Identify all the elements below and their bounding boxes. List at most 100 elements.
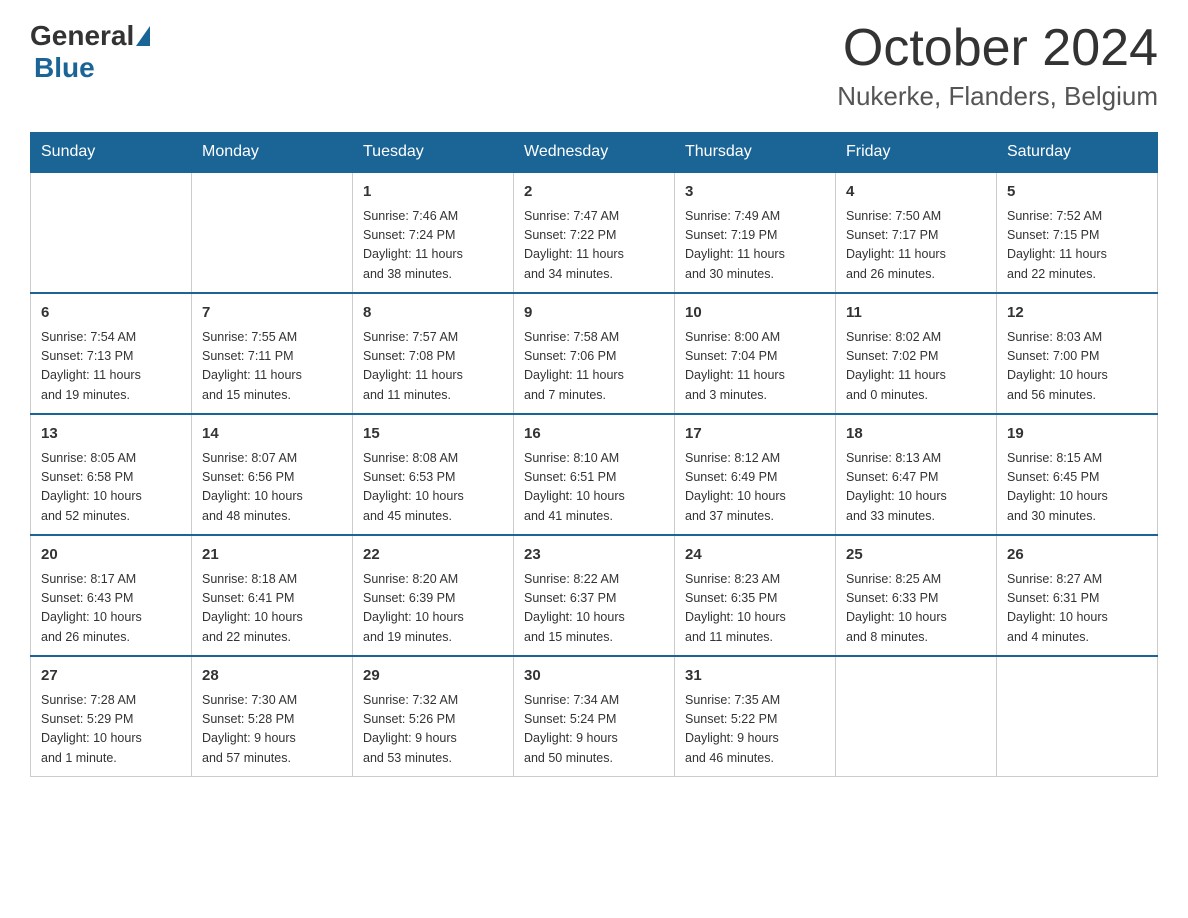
calendar-cell: 6 Sunrise: 7:54 AMSunset: 7:13 PMDaylight… <box>31 293 192 414</box>
calendar-cell: 28 Sunrise: 7:30 AMSunset: 5:28 PMDayligh… <box>192 656 353 777</box>
calendar-cell: 4 Sunrise: 7:50 AMSunset: 7:17 PMDaylight… <box>836 172 997 293</box>
day-number: 11 <box>846 302 986 325</box>
calendar-cell <box>192 172 353 293</box>
day-number: 29 <box>363 665 503 688</box>
calendar-cell: 29 Sunrise: 7:32 AMSunset: 5:26 PMDayligh… <box>353 656 514 777</box>
weekday-header-saturday: Saturday <box>997 133 1158 173</box>
calendar-week-2: 6 Sunrise: 7:54 AMSunset: 7:13 PMDaylight… <box>31 293 1158 414</box>
day-info: Sunrise: 8:03 AMSunset: 7:00 PMDaylight:… <box>1007 328 1147 406</box>
calendar-cell: 10 Sunrise: 8:00 AMSunset: 7:04 PMDayligh… <box>675 293 836 414</box>
day-number: 2 <box>524 181 664 204</box>
day-number: 4 <box>846 181 986 204</box>
day-info: Sunrise: 8:10 AMSunset: 6:51 PMDaylight:… <box>524 449 664 527</box>
day-number: 12 <box>1007 302 1147 325</box>
day-info: Sunrise: 8:12 AMSunset: 6:49 PMDaylight:… <box>685 449 825 527</box>
calendar-table: SundayMondayTuesdayWednesdayThursdayFrid… <box>30 132 1158 777</box>
weekday-header-thursday: Thursday <box>675 133 836 173</box>
day-info: Sunrise: 8:25 AMSunset: 6:33 PMDaylight:… <box>846 570 986 648</box>
day-number: 30 <box>524 665 664 688</box>
day-info: Sunrise: 7:54 AMSunset: 7:13 PMDaylight:… <box>41 328 181 406</box>
calendar-cell: 21Sunrise: 8:18 AMSunset: 6:41 PMDayligh… <box>192 535 353 656</box>
logo-general-text: General <box>30 20 134 52</box>
day-info: Sunrise: 8:23 AMSunset: 6:35 PMDaylight:… <box>685 570 825 648</box>
day-info: Sunrise: 8:20 AMSunset: 6:39 PMDaylight:… <box>363 570 503 648</box>
weekday-header-tuesday: Tuesday <box>353 133 514 173</box>
calendar-cell: 27 Sunrise: 7:28 AMSunset: 5:29 PMDayligh… <box>31 656 192 777</box>
day-info: Sunrise: 8:27 AMSunset: 6:31 PMDaylight:… <box>1007 570 1147 648</box>
day-info: Sunrise: 8:22 AMSunset: 6:37 PMDaylight:… <box>524 570 664 648</box>
day-number: 18 <box>846 423 986 446</box>
logo-blue-text: Blue <box>34 52 95 83</box>
day-info: Sunrise: 8:07 AMSunset: 6:56 PMDaylight:… <box>202 449 342 527</box>
day-number: 7 <box>202 302 342 325</box>
logo-triangle-icon <box>136 26 150 46</box>
calendar-week-5: 27 Sunrise: 7:28 AMSunset: 5:29 PMDayligh… <box>31 656 1158 777</box>
day-info: Sunrise: 7:50 AMSunset: 7:17 PMDaylight:… <box>846 207 986 285</box>
day-number: 14 <box>202 423 342 446</box>
calendar-cell: 11 Sunrise: 8:02 AMSunset: 7:02 PMDayligh… <box>836 293 997 414</box>
day-info: Sunrise: 7:34 AMSunset: 5:24 PMDaylight:… <box>524 691 664 769</box>
day-number: 20 <box>41 544 181 567</box>
calendar-cell: 12 Sunrise: 8:03 AMSunset: 7:00 PMDayligh… <box>997 293 1158 414</box>
calendar-cell: 19 Sunrise: 8:15 AMSunset: 6:45 PMDayligh… <box>997 414 1158 535</box>
calendar-cell: 23 Sunrise: 8:22 AMSunset: 6:37 PMDayligh… <box>514 535 675 656</box>
calendar-cell: 14 Sunrise: 8:07 AMSunset: 6:56 PMDayligh… <box>192 414 353 535</box>
day-number: 5 <box>1007 181 1147 204</box>
day-number: 9 <box>524 302 664 325</box>
calendar-cell: 16Sunrise: 8:10 AMSunset: 6:51 PMDayligh… <box>514 414 675 535</box>
day-info: Sunrise: 7:32 AMSunset: 5:26 PMDaylight:… <box>363 691 503 769</box>
day-info: Sunrise: 8:00 AMSunset: 7:04 PMDaylight:… <box>685 328 825 406</box>
calendar-cell: 13Sunrise: 8:05 AMSunset: 6:58 PMDayligh… <box>31 414 192 535</box>
day-number: 19 <box>1007 423 1147 446</box>
day-number: 10 <box>685 302 825 325</box>
day-info: Sunrise: 8:17 AMSunset: 6:43 PMDaylight:… <box>41 570 181 648</box>
weekday-header-wednesday: Wednesday <box>514 133 675 173</box>
day-number: 8 <box>363 302 503 325</box>
calendar-cell: 22 Sunrise: 8:20 AMSunset: 6:39 PMDayligh… <box>353 535 514 656</box>
day-info: Sunrise: 7:47 AMSunset: 7:22 PMDaylight:… <box>524 207 664 285</box>
weekday-header-row: SundayMondayTuesdayWednesdayThursdayFrid… <box>31 133 1158 173</box>
calendar-cell: 24 Sunrise: 8:23 AMSunset: 6:35 PMDayligh… <box>675 535 836 656</box>
calendar-cell: 2 Sunrise: 7:47 AMSunset: 7:22 PMDaylight… <box>514 172 675 293</box>
calendar-cell: 15 Sunrise: 8:08 AMSunset: 6:53 PMDayligh… <box>353 414 514 535</box>
calendar-cell: 18Sunrise: 8:13 AMSunset: 6:47 PMDayligh… <box>836 414 997 535</box>
calendar-cell: 31 Sunrise: 7:35 AMSunset: 5:22 PMDayligh… <box>675 656 836 777</box>
day-number: 25 <box>846 544 986 567</box>
calendar-cell <box>836 656 997 777</box>
day-number: 24 <box>685 544 825 567</box>
calendar-cell: 30 Sunrise: 7:34 AMSunset: 5:24 PMDayligh… <box>514 656 675 777</box>
day-number: 22 <box>363 544 503 567</box>
day-number: 3 <box>685 181 825 204</box>
day-info: Sunrise: 7:28 AMSunset: 5:29 PMDaylight:… <box>41 691 181 769</box>
day-number: 23 <box>524 544 664 567</box>
day-info: Sunrise: 7:57 AMSunset: 7:08 PMDaylight:… <box>363 328 503 406</box>
weekday-header-friday: Friday <box>836 133 997 173</box>
calendar-week-1: 1Sunrise: 7:46 AMSunset: 7:24 PMDaylight… <box>31 172 1158 293</box>
weekday-header-sunday: Sunday <box>31 133 192 173</box>
day-info: Sunrise: 7:35 AMSunset: 5:22 PMDaylight:… <box>685 691 825 769</box>
day-number: 27 <box>41 665 181 688</box>
calendar-cell: 8 Sunrise: 7:57 AMSunset: 7:08 PMDaylight… <box>353 293 514 414</box>
day-number: 15 <box>363 423 503 446</box>
day-number: 28 <box>202 665 342 688</box>
calendar-cell: 17 Sunrise: 8:12 AMSunset: 6:49 PMDayligh… <box>675 414 836 535</box>
calendar-cell: 25 Sunrise: 8:25 AMSunset: 6:33 PMDayligh… <box>836 535 997 656</box>
day-number: 17 <box>685 423 825 446</box>
day-number: 31 <box>685 665 825 688</box>
calendar-cell: 20 Sunrise: 8:17 AMSunset: 6:43 PMDayligh… <box>31 535 192 656</box>
calendar-cell: 1Sunrise: 7:46 AMSunset: 7:24 PMDaylight… <box>353 172 514 293</box>
logo: General Blue <box>30 20 152 84</box>
day-info: Sunrise: 7:30 AMSunset: 5:28 PMDaylight:… <box>202 691 342 769</box>
day-info: Sunrise: 8:15 AMSunset: 6:45 PMDaylight:… <box>1007 449 1147 527</box>
day-number: 26 <box>1007 544 1147 567</box>
day-info: Sunrise: 8:08 AMSunset: 6:53 PMDaylight:… <box>363 449 503 527</box>
day-info: Sunrise: 8:05 AMSunset: 6:58 PMDaylight:… <box>41 449 181 527</box>
day-info: Sunrise: 8:02 AMSunset: 7:02 PMDaylight:… <box>846 328 986 406</box>
day-number: 6 <box>41 302 181 325</box>
calendar-cell: 26 Sunrise: 8:27 AMSunset: 6:31 PMDayligh… <box>997 535 1158 656</box>
day-info: Sunrise: 7:49 AMSunset: 7:19 PMDaylight:… <box>685 207 825 285</box>
calendar-week-3: 13Sunrise: 8:05 AMSunset: 6:58 PMDayligh… <box>31 414 1158 535</box>
day-info: Sunrise: 8:18 AMSunset: 6:41 PMDaylight:… <box>202 570 342 648</box>
calendar-cell <box>31 172 192 293</box>
calendar-cell: 3 Sunrise: 7:49 AMSunset: 7:19 PMDaylight… <box>675 172 836 293</box>
